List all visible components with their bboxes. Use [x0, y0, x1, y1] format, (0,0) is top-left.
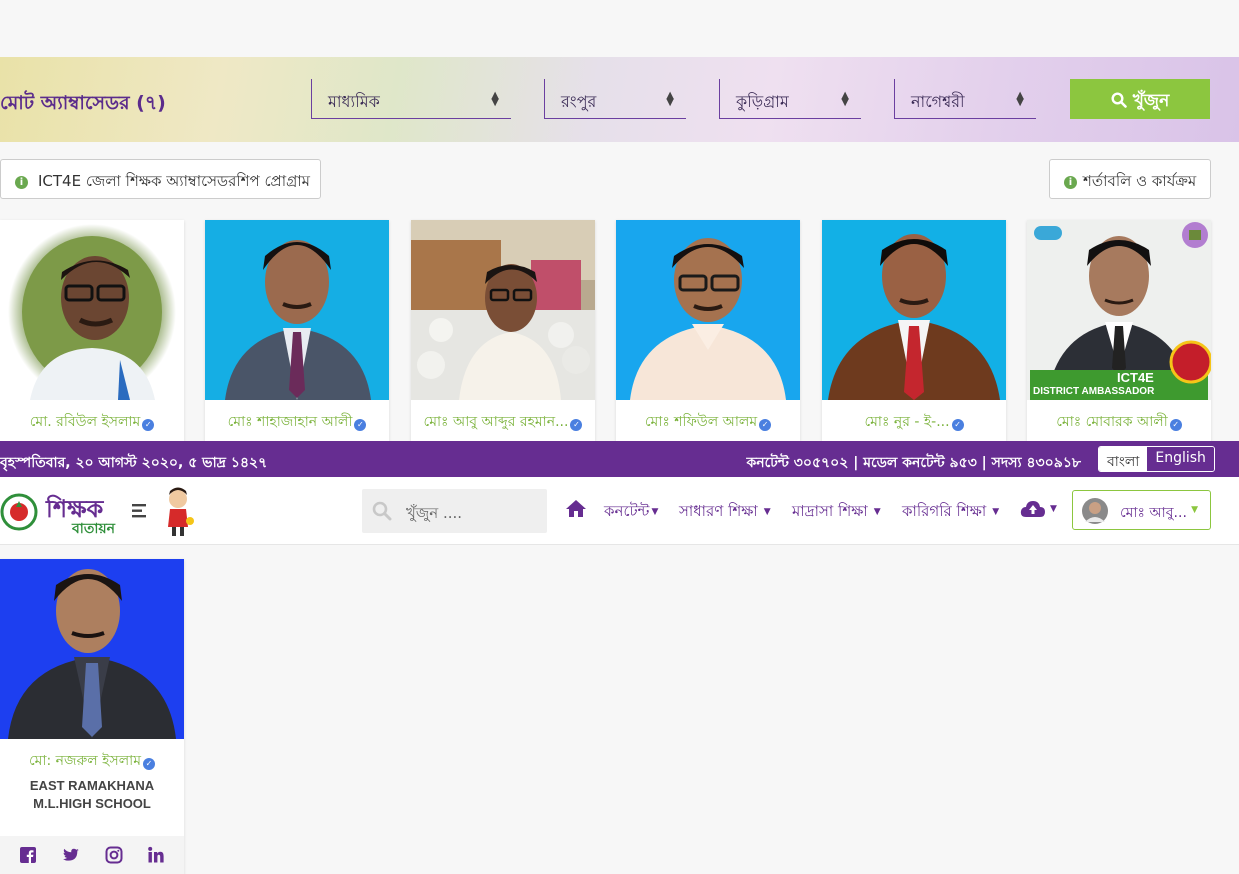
main-navbar: শিক্ষক বাতায়ন খুঁজুন .... কনটেন্ট ▼ সাধা… — [0, 477, 1239, 545]
nav-search-box[interactable]: খুঁজুন .... — [362, 489, 547, 533]
dropdown-caret-icon: ▼ — [1050, 504, 1057, 514]
nav-technical-education-menu[interactable]: কারিগরি শিক্ষা ▼ — [902, 500, 999, 525]
upazila-select[interactable]: নাগেশ্বরী ▲ ▼ — [894, 79, 1036, 119]
verified-icon: ✓ — [951, 419, 964, 431]
verified-icon: ✓ — [142, 758, 155, 770]
nav-content-menu[interactable]: কনটেন্ট ▼ — [604, 500, 658, 525]
nav-madrasa-education-menu[interactable]: মাদ্রাসা শিক্ষা ▼ — [792, 500, 881, 525]
teacher-photo — [0, 559, 184, 739]
search-button[interactable]: খুঁজুন — [1070, 79, 1210, 119]
dropdown-caret-icon: ▼ — [1191, 505, 1198, 515]
sort-caret-icon: ▲ ▼ — [841, 90, 849, 108]
verified-icon: ✓ — [1169, 419, 1182, 431]
cloud-upload-icon[interactable] — [1020, 500, 1046, 518]
lang-english-button[interactable]: English — [1147, 447, 1214, 471]
user-name: মোঃ আবু... — [1120, 505, 1187, 521]
verified-icon: ✓ — [570, 419, 583, 431]
home-icon[interactable] — [565, 499, 587, 518]
verified-icon: ✓ — [142, 419, 155, 431]
sort-caret-icon: ▲ ▼ — [491, 90, 499, 108]
district-select-value: কুড়িগ্রাম — [736, 92, 789, 111]
program-info-button[interactable]: i ICT4E জেলা শিক্ষক অ্যাম্বাসেডরশিপ প্রোগ… — [0, 159, 321, 199]
lang-bangla-button[interactable]: বাংলা — [1099, 447, 1148, 471]
search-button-label: খুঁজুন — [1132, 91, 1170, 111]
teacher-card[interactable]: মো: নজরুল ইসলাম ✓ EAST RAMAKHANA M.L.HIGH… — [0, 559, 184, 874]
filter-banner: মোট অ্যাম্বাসেডর (৭) মাধ্যমিক ▲ ▼ রংপুর ▲… — [0, 57, 1239, 142]
info-icon: i — [1064, 176, 1077, 189]
terms-button[interactable]: i শর্তাবলি ও কার্যক্রম — [1049, 159, 1211, 199]
site-stats: কনটেন্ট ৩০৫৭০২ | মডেল কনটেন্ট ৯৫৩ | সদস্… — [746, 455, 1081, 471]
ambassador-card[interactable]: মোঃ শফিউল আলম ✓ — [616, 220, 800, 441]
logo-text-sub: বাতায়ন — [72, 521, 116, 537]
mascot-icon — [168, 487, 194, 536]
menu-toggle-icon[interactable] — [132, 504, 148, 518]
user-menu-button[interactable]: মোঃ আবু... ▼ — [1072, 490, 1211, 530]
nav-general-education-menu[interactable]: সাধারণ শিক্ষা ▼ — [679, 500, 771, 525]
current-date: বৃহস্পতিবার, ২০ আগস্ট ২০২০, ৫ ভাদ্র ১৪২৭ — [0, 455, 268, 471]
ambassador-photo — [822, 220, 1006, 400]
upazila-select-value: নাগেশ্বরী — [911, 92, 965, 111]
teacher-school: EAST RAMAKHANA M.L.HIGH SCHOOL — [0, 777, 184, 813]
level-select-value: মাধ্যমিক — [328, 92, 380, 111]
verified-icon: ✓ — [354, 419, 367, 431]
nav-search-placeholder: খুঁজুন .... — [406, 504, 463, 522]
ambassador-badge-line1: ICT4E — [1117, 370, 1154, 385]
terms-label: শর্তাবলি ও কার্যক্রম — [1083, 172, 1197, 190]
teacher-name[interactable]: মো: নজরুল ইসলাম ✓ — [0, 749, 184, 773]
division-select[interactable]: রংপুর ▲ ▼ — [544, 79, 686, 119]
search-icon — [372, 501, 392, 521]
ambassador-card[interactable]: মোঃ আবু আব্দুর রহমান... ✓ — [411, 220, 595, 441]
ambassador-card[interactable]: মো. রবিউল ইসলাম ✓ — [0, 220, 184, 441]
dropdown-caret-icon: ▼ — [992, 507, 1000, 517]
search-icon — [1111, 92, 1127, 108]
district-select[interactable]: কুড়িগ্রাম ▲ ▼ — [719, 79, 861, 119]
sort-caret-icon: ▲ ▼ — [666, 90, 674, 108]
twitter-icon[interactable] — [62, 846, 80, 864]
ambassador-name[interactable]: মোঃ মোবারক আলী ✓ — [1027, 410, 1211, 434]
ambassador-name[interactable]: মোঃ শাহাজাহান আলী ✓ — [205, 410, 389, 434]
ambassador-name[interactable]: মোঃ শফিউল আলম ✓ — [616, 410, 800, 434]
info-icon: i — [15, 176, 28, 189]
sort-caret-icon: ▲ ▼ — [1016, 90, 1024, 108]
ambassador-photo — [411, 220, 595, 400]
ambassador-card[interactable]: ICT4E DISTRICT AMBASSADOR মোঃ মোবারক আলী… — [1027, 220, 1211, 441]
facebook-icon[interactable] — [19, 846, 37, 864]
dropdown-caret-icon: ▼ — [651, 507, 659, 517]
ambassador-count-title: মোট অ্যাম্বাসেডর (৭) — [0, 92, 166, 114]
ambassador-photo — [0, 220, 184, 400]
instagram-icon[interactable] — [105, 846, 123, 864]
language-toggle: বাংলা English — [1098, 446, 1215, 472]
ambassador-badge-line2: DISTRICT AMBASSADOR — [1033, 386, 1155, 397]
avatar — [1082, 498, 1108, 524]
govt-emblem-icon — [0, 493, 38, 531]
level-select[interactable]: মাধ্যমিক ▲ ▼ — [311, 79, 511, 119]
dropdown-caret-icon: ▼ — [873, 507, 881, 517]
ambassador-name[interactable]: মো. রবিউল ইসলাম ✓ — [0, 410, 184, 434]
dropdown-caret-icon: ▼ — [763, 507, 771, 517]
ambassador-name[interactable]: মোঃ আবু আব্দুর রহমান... ✓ — [411, 410, 595, 434]
social-links — [0, 836, 184, 874]
ambassador-photo — [616, 220, 800, 400]
program-info-label: ICT4E জেলা শিক্ষক অ্যাম্বাসেডরশিপ প্রোগ্… — [38, 172, 310, 190]
school-name-line1: EAST RAMAKHANA — [29, 778, 155, 793]
ambassador-card[interactable]: মোঃ নুর - ই-... ✓ — [822, 220, 1006, 441]
status-bar: বৃহস্পতিবার, ২০ আগস্ট ২০২০, ৫ ভাদ্র ১৪২৭… — [0, 441, 1239, 477]
ambassador-photo — [205, 220, 389, 400]
linkedin-icon[interactable] — [147, 846, 165, 864]
ambassador-card[interactable]: মোঃ শাহাজাহান আলী ✓ — [205, 220, 389, 441]
verified-icon: ✓ — [759, 419, 772, 431]
school-name-line2: M.L.HIGH SCHOOL — [33, 796, 151, 811]
ambassador-name[interactable]: মোঃ নুর - ই-... ✓ — [822, 410, 1006, 434]
division-select-value: রংপুর — [561, 92, 597, 111]
ambassador-photo: ICT4E DISTRICT AMBASSADOR — [1027, 220, 1211, 400]
